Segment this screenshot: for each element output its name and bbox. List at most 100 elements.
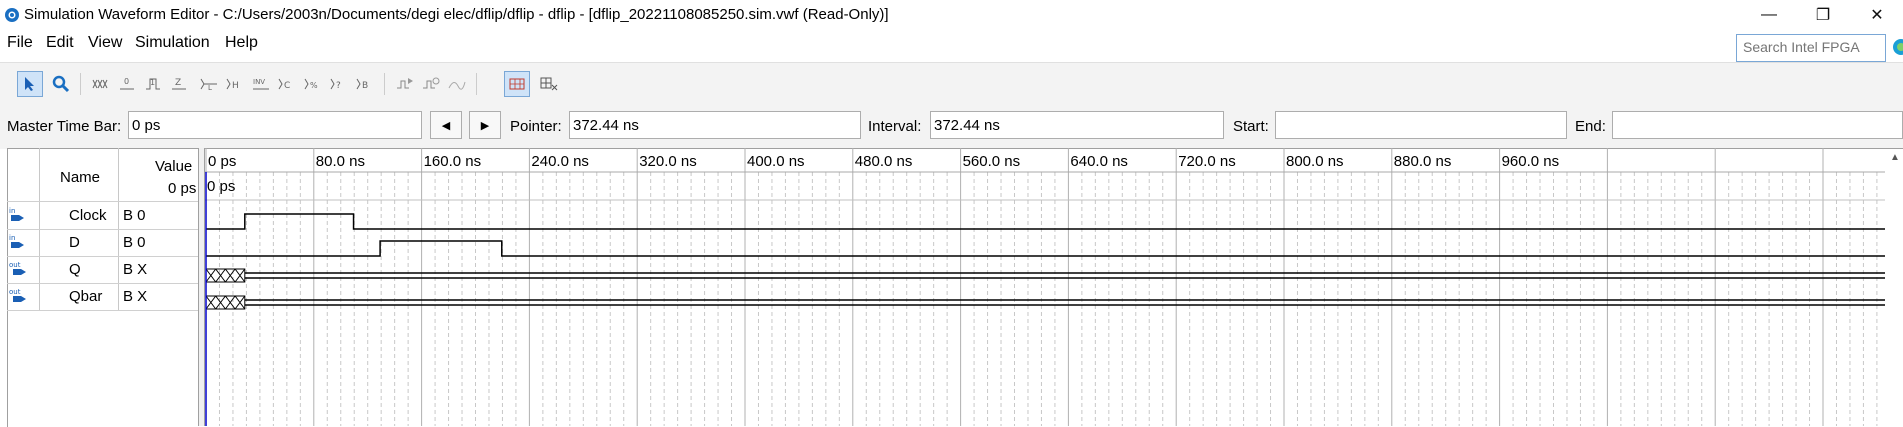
zoom-tool-icon[interactable] xyxy=(48,71,74,97)
row-divider xyxy=(7,229,198,230)
force-high-impedance-icon[interactable]: Z xyxy=(166,71,192,97)
toolbar-separator xyxy=(476,73,477,95)
menu-edit[interactable]: Edit xyxy=(46,34,74,52)
weak-high-icon[interactable]: H xyxy=(222,71,248,97)
svg-text:INV: INV xyxy=(253,78,265,86)
time-tick-label: 480.0 ns xyxy=(855,153,913,170)
signal-value: B X xyxy=(123,261,148,278)
menu-bar: File Edit View Simulation Help xyxy=(0,30,1903,60)
random-values-icon[interactable]: ? xyxy=(326,71,352,97)
toolbar-separator xyxy=(80,73,81,95)
toolbar: 0 1 Z L H INV C % ? B xyxy=(0,62,1903,104)
interval-field[interactable]: 372.44 ns xyxy=(930,111,1224,139)
overwrite-clock-icon[interactable]: % xyxy=(300,71,326,97)
menu-simulation[interactable]: Simulation xyxy=(135,34,210,52)
run-timing-simulation-icon[interactable] xyxy=(418,71,444,97)
waveform-canvas[interactable]: 0 ps 80.0 ns 160.0 ns 240.0 ns 320.0 ns 400.0… xyxy=(205,148,1885,426)
toolbar-separator xyxy=(384,73,385,95)
start-label: Start: xyxy=(1233,118,1269,135)
panel-splitter[interactable] xyxy=(198,148,205,426)
time-tick-label: 640.0 ns xyxy=(1070,153,1128,170)
minimize-button[interactable]: — xyxy=(1746,0,1792,30)
output-pin-icon: out xyxy=(9,261,26,275)
svg-text:out: out xyxy=(9,288,21,296)
master-time-bar-value: 0 ps xyxy=(132,117,161,134)
menu-view[interactable]: View xyxy=(88,34,122,52)
grid-settings-icon[interactable] xyxy=(536,71,562,97)
signal-name: D xyxy=(69,234,80,251)
time-tick-label: 240.0 ns xyxy=(531,153,589,170)
value-column-header[interactable]: Value xyxy=(155,158,192,175)
force-low-icon[interactable]: 0 xyxy=(114,71,140,97)
globe-icon[interactable] xyxy=(1891,37,1903,57)
unknown-region-box xyxy=(205,295,246,310)
svg-text:in: in xyxy=(9,207,15,215)
header-divider xyxy=(7,201,198,202)
input-pin-icon: in xyxy=(9,234,24,248)
svg-text:L: L xyxy=(208,84,212,92)
svg-text:B: B xyxy=(362,81,368,91)
svg-text:%: % xyxy=(310,81,318,90)
search-input[interactable] xyxy=(1743,39,1878,55)
q-waveform xyxy=(205,268,1885,283)
weak-low-icon[interactable]: L xyxy=(196,71,222,97)
next-transition-button[interactable]: ▶ xyxy=(469,111,501,139)
interval-value: 372.44 ns xyxy=(934,117,1000,134)
menu-file[interactable]: File xyxy=(7,34,33,52)
time-tick-label: 80.0 ns xyxy=(316,153,365,170)
end-label: End: xyxy=(1575,118,1606,135)
clock-waveform xyxy=(206,213,1885,230)
search-box[interactable] xyxy=(1736,34,1886,62)
signal-value: B 0 xyxy=(123,234,146,251)
arbitrary-value-icon[interactable]: B xyxy=(352,71,378,97)
end-field[interactable] xyxy=(1612,111,1903,139)
d-waveform xyxy=(206,240,1885,257)
time-tick-label: 880.0 ns xyxy=(1394,153,1452,170)
time-tick-label: 720.0 ns xyxy=(1178,153,1236,170)
master-time-bar-label: Master Time Bar: xyxy=(7,118,122,135)
invert-icon[interactable]: INV xyxy=(248,71,274,97)
row-divider xyxy=(7,283,198,284)
signal-name: Q xyxy=(69,261,81,278)
value-time-label: 0 ps xyxy=(168,180,197,197)
svg-text:H: H xyxy=(232,81,239,91)
force-unknown-icon[interactable] xyxy=(88,71,114,97)
time-bar: Master Time Bar: 0 ps ◀ ▶ Pointer: 372.4… xyxy=(0,103,1903,149)
svg-text:?: ? xyxy=(336,81,341,91)
time-tick-label: 400.0 ns xyxy=(747,153,805,170)
count-value-icon[interactable]: C xyxy=(274,71,300,97)
force-high-icon[interactable]: 1 xyxy=(140,71,166,97)
qbar-waveform xyxy=(205,295,1885,310)
time-tick-label: 160.0 ns xyxy=(424,153,482,170)
prev-transition-button[interactable]: ◀ xyxy=(430,111,462,139)
menu-help[interactable]: Help xyxy=(225,34,258,52)
time-tick-label: 560.0 ns xyxy=(963,153,1021,170)
window-title: Simulation Waveform Editor - C:/Users/20… xyxy=(24,6,889,23)
svg-text:in: in xyxy=(9,234,15,242)
signal-waveforms xyxy=(205,213,1885,310)
output-pin-icon: out xyxy=(9,288,26,302)
time-ruler: 0 ps 80.0 ns 160.0 ns 240.0 ns 320.0 ns 400.0… xyxy=(208,153,1559,170)
pointer-label: Pointer: xyxy=(510,118,562,135)
time-tick-label: 800.0 ns xyxy=(1286,153,1344,170)
time-tick-label: 320.0 ns xyxy=(639,153,697,170)
master-time-bar-field[interactable]: 0 ps xyxy=(128,111,422,139)
quartus-app-icon xyxy=(5,8,19,22)
svg-text:out: out xyxy=(9,261,21,269)
signal-value: B 0 xyxy=(123,207,146,224)
time-grid xyxy=(205,148,1878,426)
maximize-button[interactable]: ❐ xyxy=(1800,0,1846,30)
pointer-field[interactable]: 372.44 ns xyxy=(569,111,861,139)
snap-to-grid-icon[interactable] xyxy=(504,71,530,97)
name-column-header[interactable]: Name xyxy=(60,169,100,186)
input-pin-icon: in xyxy=(9,207,24,221)
selection-tool-icon[interactable] xyxy=(17,71,43,97)
close-button[interactable]: ✕ xyxy=(1854,0,1900,30)
scroll-up-icon[interactable]: ▲ xyxy=(1890,152,1900,163)
generate-netlist-icon[interactable] xyxy=(444,71,470,97)
time-tick-label: 0 ps xyxy=(208,153,236,170)
start-field[interactable] xyxy=(1275,111,1567,139)
run-functional-simulation-icon[interactable] xyxy=(392,71,418,97)
svg-text:Z: Z xyxy=(175,78,181,88)
interval-label: Interval: xyxy=(868,118,922,135)
